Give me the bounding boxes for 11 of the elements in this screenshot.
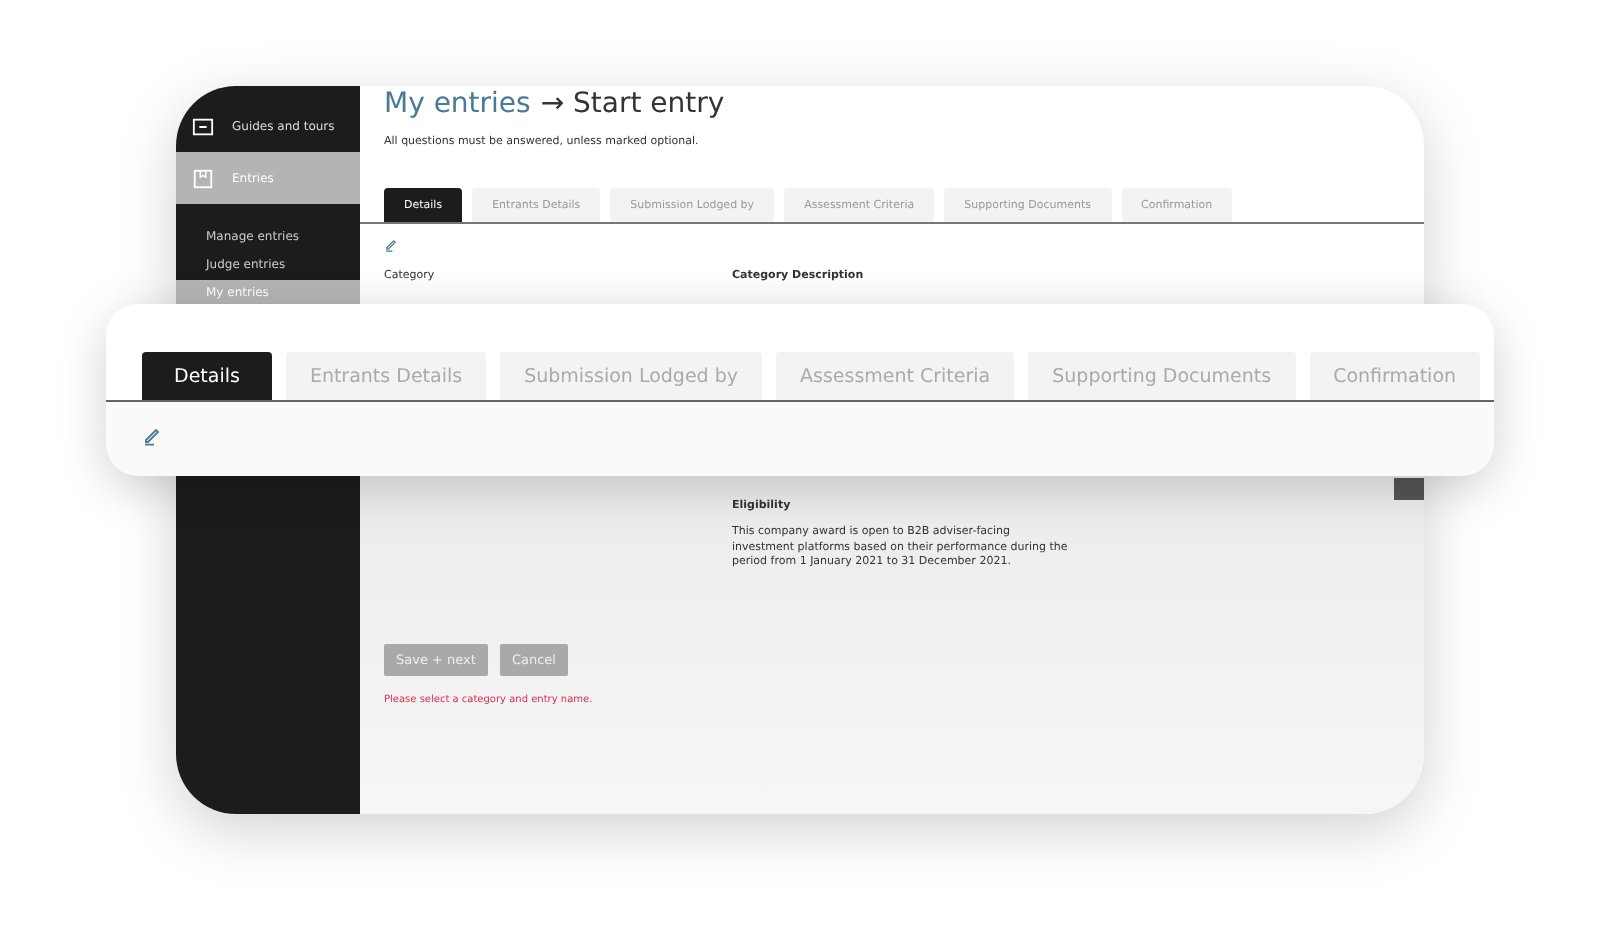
edit-icon[interactable]	[142, 426, 162, 446]
tab[interactable]: Confirmation	[1309, 352, 1481, 400]
bookmark-icon	[192, 167, 214, 189]
tab[interactable]: Supporting Documents	[1028, 352, 1296, 400]
tab[interactable]: Entrants Details	[285, 352, 487, 400]
breadcrumb-link[interactable]: My entries	[384, 88, 531, 120]
page-title: → Start entry	[540, 88, 725, 120]
tab[interactable]: Details	[142, 352, 272, 400]
tab[interactable]: Assessment Criteria	[776, 352, 1015, 400]
tab[interactable]: Submission Lodged by	[500, 352, 762, 400]
edit-icon[interactable]	[384, 238, 398, 252]
